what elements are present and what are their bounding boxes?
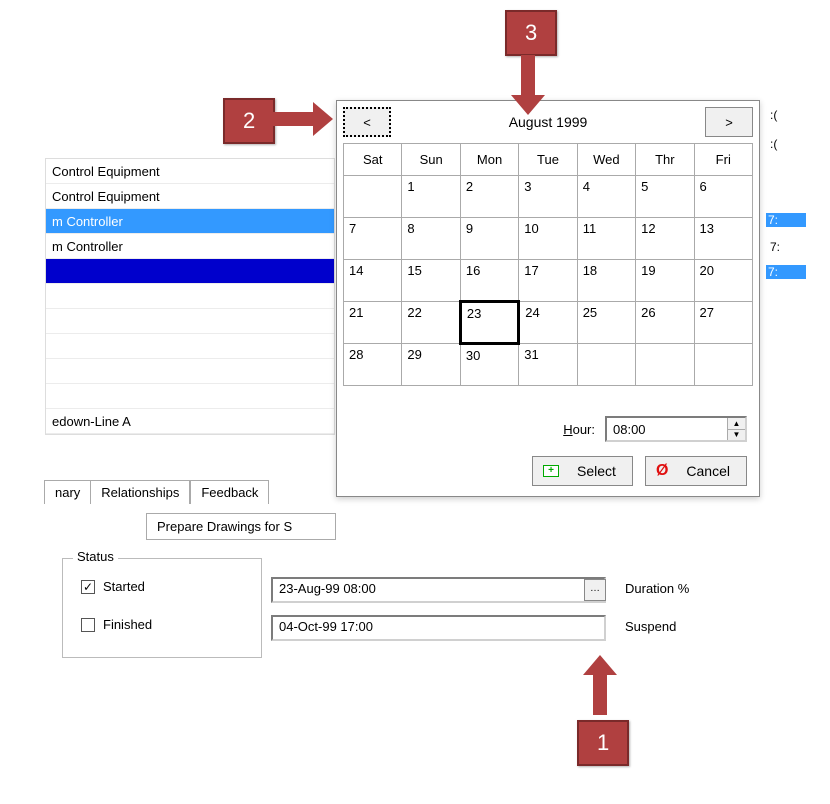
calendar-grid: Sat Sun Mon Tue Wed Thr Fri 1 2 3 4 5 6 … [343,143,753,386]
finished-date-input[interactable]: 04-Oct-99 17:00 [271,615,606,641]
list-item[interactable] [46,384,334,409]
calendar-day[interactable]: 16 [460,260,518,302]
calendar-day[interactable]: 31 [519,344,577,386]
time-fragment: :( [770,137,810,151]
date-picker-popup: < August 1999 > Sat Sun Mon Tue Wed Thr … [336,100,760,497]
calendar-day[interactable]: 25 [577,302,635,344]
started-date-input[interactable]: 23-Aug-99 08:00 [271,577,606,603]
calendar-day[interactable]: 22 [402,302,460,344]
day-header: Fri [694,144,752,176]
day-header: Sun [402,144,460,176]
list-item[interactable] [46,284,334,309]
calendar-day[interactable]: 6 [694,176,752,218]
calendar-day[interactable]: 15 [402,260,460,302]
calendar-day[interactable]: 8 [402,218,460,260]
hour-input[interactable] [607,418,727,440]
tab-relationships[interactable]: Relationships [90,480,190,504]
duration-label: Duration % [625,581,689,596]
task-title-bar: Prepare Drawings for S [146,513,336,540]
calendar-day[interactable]: 30 [460,344,518,386]
hour-spinner[interactable]: ▲ ▼ [605,416,747,442]
calendar-day[interactable]: 1 [402,176,460,218]
calendar-day[interactable]: 21 [344,302,402,344]
prev-month-button[interactable]: < [343,107,391,137]
calendar-day[interactable]: 27 [694,302,752,344]
list-item[interactable] [46,334,334,359]
annotation-2: 2 [223,98,275,144]
status-groupbox: Status ✓ Started Finished [62,558,262,658]
date-picker-button[interactable]: … [584,579,606,601]
annotation-3: 3 [505,10,557,56]
status-legend: Status [73,549,118,564]
list-item[interactable] [46,309,334,334]
day-header: Thr [636,144,694,176]
list-item[interactable]: Control Equipment [46,184,334,209]
day-header: Tue [519,144,577,176]
calendar-day[interactable] [577,344,635,386]
calendar-day[interactable]: 24 [519,302,577,344]
calendar-day[interactable]: 20 [694,260,752,302]
spinner-up-icon[interactable]: ▲ [728,418,745,430]
started-label: Started [103,579,145,594]
tab-summary[interactable]: nary [44,480,90,504]
time-fragment: 7: [766,213,806,227]
calendar-day[interactable]: 4 [577,176,635,218]
calendar-day[interactable] [344,176,402,218]
list-item[interactable]: m Controller [46,234,334,259]
cancel-icon: Ø [656,462,668,480]
month-year-title[interactable]: August 1999 [391,107,705,137]
calendar-day[interactable]: 26 [636,302,694,344]
calendar-day[interactable]: 29 [402,344,460,386]
calendar-day[interactable]: 13 [694,218,752,260]
day-header: Mon [460,144,518,176]
calendar-day[interactable]: 19 [636,260,694,302]
calendar-day[interactable]: 5 [636,176,694,218]
calendar-day[interactable]: 10 [519,218,577,260]
finished-label: Finished [103,617,152,632]
cancel-button[interactable]: Ø Cancel [645,456,747,486]
calendar-day[interactable]: 7 [344,218,402,260]
calendar-day[interactable]: 28 [344,344,402,386]
calendar-day[interactable]: 17 [519,260,577,302]
calendar-day[interactable] [636,344,694,386]
list-item[interactable]: edown-Line A [46,409,334,434]
started-checkbox[interactable]: ✓ [81,580,95,594]
calendar-day[interactable]: 14 [344,260,402,302]
list-item-selected[interactable]: m Controller [46,209,334,234]
day-header: Wed [577,144,635,176]
calendar-day[interactable]: 3 [519,176,577,218]
finished-checkbox[interactable] [81,618,95,632]
tab-feedback[interactable]: Feedback [190,480,269,504]
hour-label: Hour: [563,422,595,437]
calendar-day[interactable]: 9 [460,218,518,260]
list-item-highlight[interactable] [46,259,334,284]
spinner-down-icon[interactable]: ▼ [728,430,745,441]
list-item[interactable]: Control Equipment [46,159,334,184]
plus-icon: + [543,465,559,477]
calendar-day[interactable]: 12 [636,218,694,260]
calendar-day[interactable]: 2 [460,176,518,218]
next-month-button[interactable]: > [705,107,753,137]
calendar-day[interactable] [694,344,752,386]
calendar-day[interactable]: 11 [577,218,635,260]
time-fragment: 7: [766,265,806,279]
calendar-day-selected[interactable]: 23 [460,302,518,344]
select-button[interactable]: + Select [532,456,633,486]
time-fragment: 7: [770,240,810,254]
calendar-day[interactable]: 18 [577,260,635,302]
suspend-label: Suspend [625,619,676,634]
day-header: Sat [344,144,402,176]
time-fragment: :( [770,108,810,122]
annotation-1: 1 [577,720,629,766]
list-item[interactable] [46,359,334,384]
